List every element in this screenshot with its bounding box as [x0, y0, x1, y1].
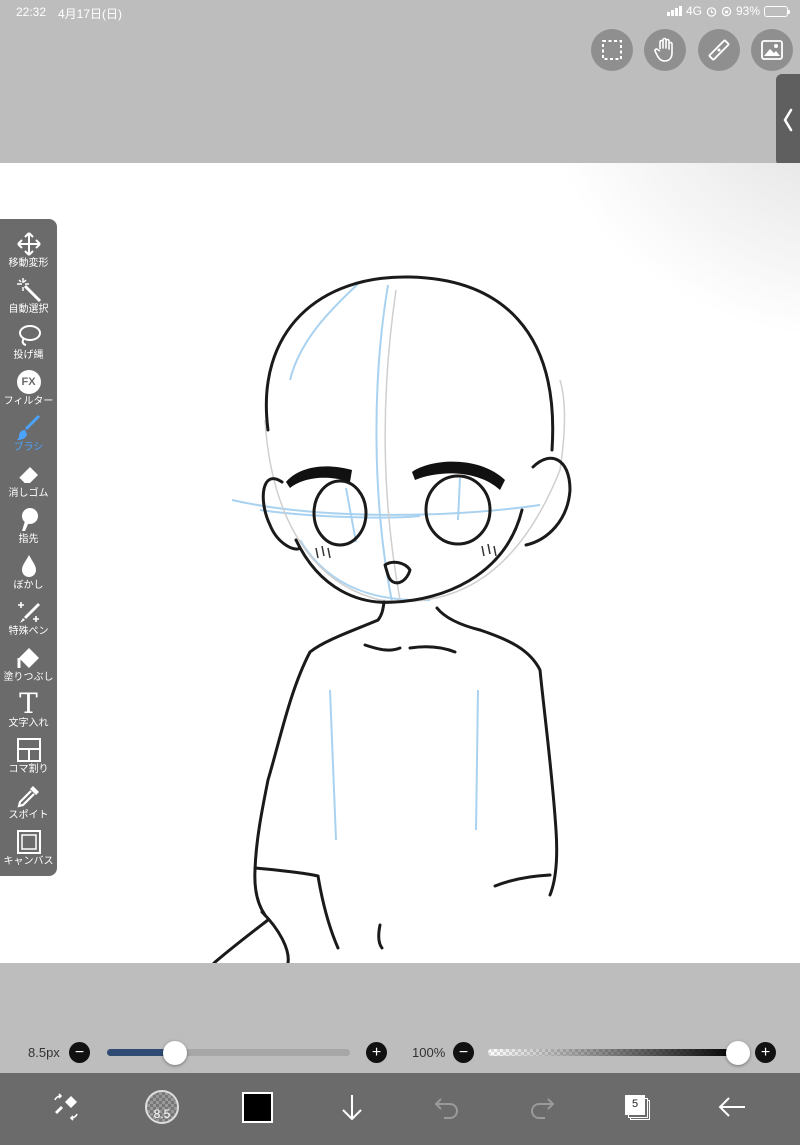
sketch-artwork: [212, 275, 572, 963]
brush-size-plus-button[interactable]: +: [366, 1042, 387, 1063]
minus-icon: −: [458, 1044, 469, 1061]
tool-panel: 移動変形 自動選択 投げ縄 FX フィルター ブラシ 消しゴム 指先 ぼかし 特…: [0, 219, 57, 876]
quick-switch-button[interactable]: [42, 1083, 90, 1131]
magic-wand-icon: [15, 276, 43, 304]
bottom-toolbar: 8.5 5: [0, 1073, 800, 1145]
network-label: 4G: [685, 4, 702, 18]
plus-icon: +: [371, 1044, 382, 1061]
move-icon: [15, 230, 43, 258]
tool-eraser[interactable]: 消しゴム: [0, 453, 57, 499]
selection-button[interactable]: [591, 29, 633, 71]
tool-lasso[interactable]: 投げ縄: [0, 315, 57, 361]
back-button[interactable]: [708, 1083, 756, 1131]
text-icon: T: [19, 687, 38, 720]
hand-button[interactable]: [644, 29, 686, 71]
download-button[interactable]: [328, 1083, 376, 1131]
eyebrow-left: [286, 466, 352, 488]
tool-fill[interactable]: 塗りつぶし: [0, 637, 57, 683]
status-date: 4月17日(日): [58, 7, 123, 21]
canvas-icon: [15, 828, 43, 856]
brush-size-minus-button[interactable]: −: [69, 1042, 90, 1063]
brush-icon: [15, 414, 43, 442]
brush-size-label: 8.5px: [28, 1045, 60, 1060]
tool-canvas[interactable]: キャンバス: [0, 821, 57, 867]
lock-rotation-icon: [721, 6, 732, 16]
opacity-knob[interactable]: [726, 1041, 750, 1065]
hand-icon: [654, 37, 673, 62]
status-time: 22:32: [16, 5, 47, 19]
opacity-minus-button[interactable]: −: [453, 1042, 474, 1063]
slider-row: 8.5px − + 100% − +: [0, 1036, 800, 1066]
swap-brush-eraser-icon: [54, 1093, 78, 1121]
lasso-icon: [15, 322, 43, 350]
alarm-icon: [706, 6, 717, 17]
eyedropper-icon: [15, 782, 43, 810]
tool-eyedropper[interactable]: スポイト: [0, 775, 57, 821]
brush-preview-icon: 8.5: [145, 1090, 179, 1124]
tool-text[interactable]: T 文字入れ: [0, 683, 57, 730]
side-panel-toggle[interactable]: [776, 74, 800, 166]
arrow-left-icon: [718, 1097, 745, 1117]
arrow-down-icon: [342, 1095, 362, 1121]
sparkle-pen-icon: [15, 598, 43, 626]
undo-button[interactable]: [423, 1083, 471, 1131]
undo-icon: [434, 1098, 458, 1119]
brush-size-slider[interactable]: [107, 1049, 350, 1056]
opacity-label: 100%: [412, 1045, 446, 1060]
brush-size-knob[interactable]: [163, 1041, 188, 1065]
redo-icon: [531, 1098, 555, 1119]
tool-move-transform[interactable]: 移動変形: [0, 223, 57, 269]
tool-auto-select[interactable]: 自動選択: [0, 269, 57, 315]
signal-icon: [666, 6, 682, 16]
tool-blur[interactable]: ぼかし: [0, 545, 57, 591]
eraser-icon: [15, 460, 43, 488]
redo-button[interactable]: [518, 1083, 566, 1131]
status-indicators: 4G 93%: [666, 4, 790, 18]
opacity-slider[interactable]: [488, 1049, 738, 1056]
tool-finger[interactable]: 指先: [0, 499, 57, 545]
plus-icon: +: [760, 1044, 771, 1061]
tool-frame-divider[interactable]: コマ割り: [0, 729, 57, 775]
battery-icon: [764, 5, 790, 17]
tool-brush[interactable]: ブラシ: [0, 407, 57, 453]
reference-image-button[interactable]: [751, 29, 793, 71]
opacity-plus-button[interactable]: +: [755, 1042, 776, 1063]
drop-icon: [15, 552, 43, 580]
status-bar: 22:32 4月17日(日) 4G 93%: [0, 0, 800, 24]
layers-icon: 5: [623, 1093, 651, 1121]
finger-icon: [15, 506, 43, 534]
minus-icon: −: [74, 1044, 85, 1061]
frame-icon: [15, 736, 43, 764]
bucket-icon: [15, 644, 43, 672]
tool-special-pen[interactable]: 特殊ペン: [0, 591, 57, 637]
brush-preview-button[interactable]: 8.5: [138, 1083, 186, 1131]
chevron-left-icon: [783, 108, 793, 132]
layers-button[interactable]: 5: [613, 1083, 661, 1131]
fx-icon: FX: [15, 368, 43, 396]
drawing-canvas[interactable]: [0, 163, 800, 963]
color-button[interactable]: [233, 1083, 281, 1131]
layer-count: 5: [625, 1095, 645, 1115]
ruler-button[interactable]: [698, 29, 740, 71]
selection-icon: [602, 40, 622, 60]
ruler-icon: [708, 39, 730, 61]
battery-percent: 93%: [735, 4, 760, 18]
color-swatch: [241, 1091, 273, 1123]
image-icon: [761, 40, 783, 60]
tool-filter[interactable]: FX フィルター: [0, 361, 57, 407]
